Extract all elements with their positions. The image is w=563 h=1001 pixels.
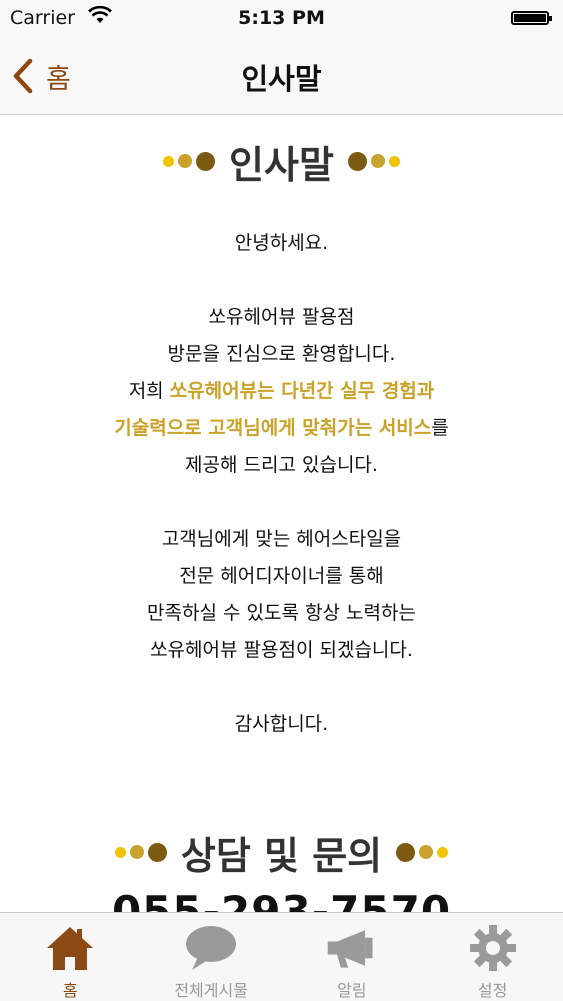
highlight-text: 쏘유헤어뷰는 다년간 실무 경험과 (169, 380, 435, 402)
tab-label: 전체게시물 (174, 981, 248, 1000)
greeting-line: 쏘유헤어뷰 팔용점 (208, 306, 355, 328)
greeting-text: 안녕하세요. 쏘유헤어뷰 팔용점 방문을 진심으로 환영합니다. 저희 쏘유헤어… (0, 225, 563, 743)
content-scroll-area[interactable]: 인사말 안녕하세요. 쏘유헤어뷰 팔용점 방문을 진심으로 환영합니다. 저희 … (0, 115, 563, 913)
right-dots-decoration (346, 151, 402, 171)
page-title: 인사말 (241, 62, 322, 96)
phone-number-link[interactable]: 055-293-7570 (0, 887, 563, 912)
greeting-title: 인사말 (229, 142, 334, 187)
greeting-heading: 인사말 (0, 135, 563, 187)
megaphone-icon (324, 923, 380, 973)
tab-label: 알림 (337, 981, 367, 1000)
left-dots-decoration (113, 842, 169, 862)
greeting-line: 만족하실 수 있도록 항상 노력하는 (147, 602, 416, 624)
clock: 5:13 PM (238, 7, 325, 29)
highlight-text: 기술력으로 고객님에게 맞춰가는 서비스 (114, 417, 432, 439)
tab-home[interactable]: 홈 (0, 913, 141, 1001)
navigation-bar: 홈 인사말 (0, 38, 563, 115)
right-dots-decoration (394, 842, 450, 862)
tab-settings[interactable]: 설정 (422, 913, 563, 1001)
tab-all-posts[interactable]: 전체게시물 (141, 913, 282, 1001)
battery-icon (511, 11, 552, 25)
left-dots-decoration (161, 151, 217, 171)
greeting-thanks: 감사합니다. (234, 713, 329, 735)
greeting-line: 기술력으로 고객님에게 맞춰가는 서비스를 (114, 417, 449, 439)
greeting-line: 쏘유헤어뷰 팔용점이 되겠습니다. (150, 639, 413, 661)
speech-bubble-icon (183, 923, 239, 973)
greeting-line: 제공해 드리고 있습니다. (185, 454, 378, 476)
greeting-line: 고객님에게 맞는 헤어스타일을 (161, 528, 402, 550)
greeting-hello: 안녕하세요. (234, 232, 329, 254)
tab-bar: 홈 전체게시물 알림 설정 (0, 912, 563, 1001)
contact-title: 상담 및 문의 (180, 833, 383, 878)
contact-heading: 상담 및 문의 (0, 825, 563, 879)
tab-label: 홈 (63, 981, 78, 1000)
tab-label: 설정 (477, 981, 508, 1000)
gear-icon (465, 923, 521, 973)
status-bar: Carrier 5:13 PM (0, 0, 563, 38)
tab-notifications[interactable]: 알림 (282, 913, 423, 1001)
greeting-line: 방문을 진심으로 환영합니다. (167, 343, 396, 365)
greeting-line: 전문 헤어디자이너를 통해 (179, 565, 384, 587)
home-icon (42, 923, 98, 973)
greeting-line: 저희 쏘유헤어뷰는 다년간 실무 경험과 (128, 380, 435, 402)
